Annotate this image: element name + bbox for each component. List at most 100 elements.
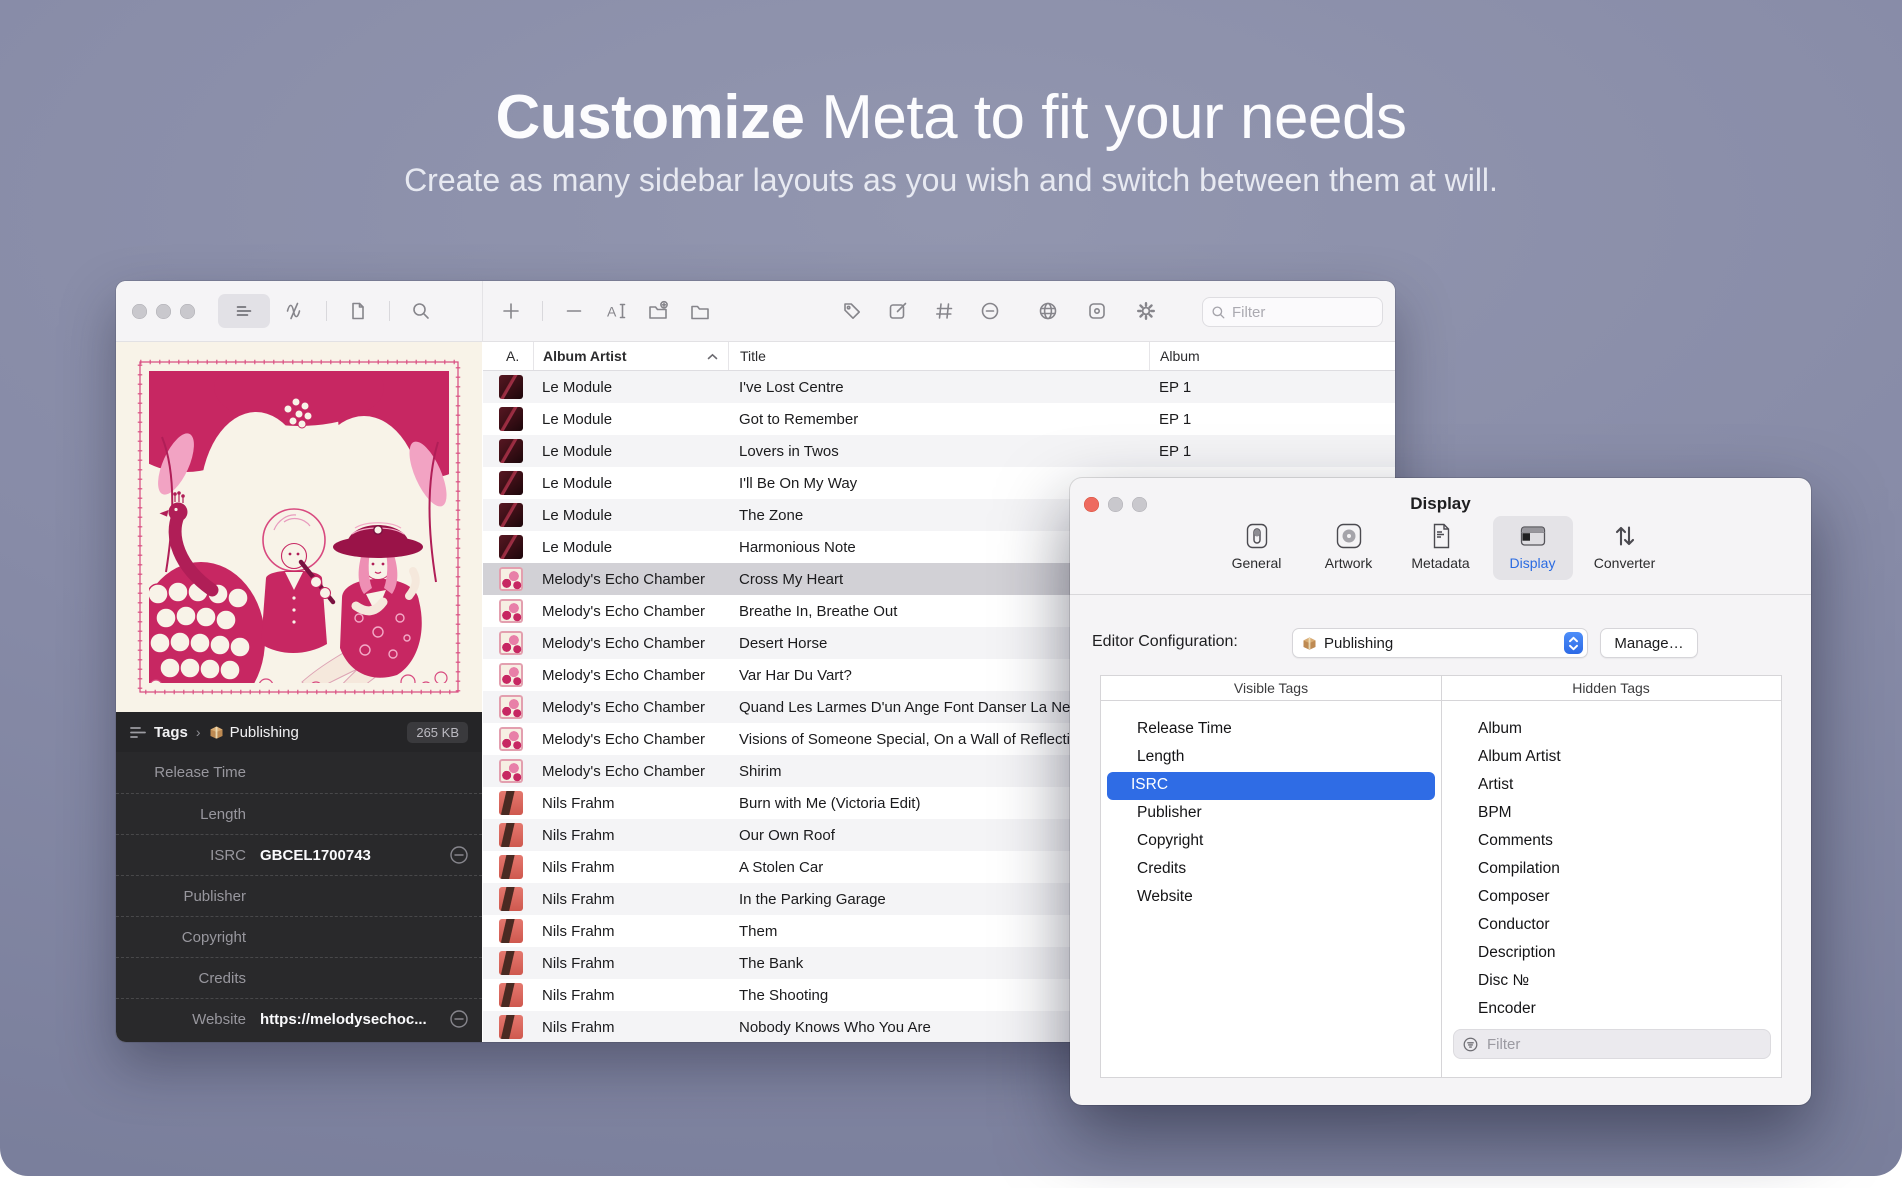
album-art-cell: [483, 535, 533, 559]
configuration-dropdown[interactable]: Publishing: [1292, 628, 1588, 658]
minus-circle-icon[interactable]: [973, 296, 1007, 326]
manage-button[interactable]: Manage…: [1600, 628, 1698, 658]
remove-field-icon[interactable]: [448, 844, 470, 866]
column-header-artwork[interactable]: A.: [483, 342, 533, 370]
add-icon[interactable]: [494, 296, 528, 326]
track-artist: Le Module: [533, 475, 728, 492]
hidden-tag-item[interactable]: Album Artist: [1448, 744, 1776, 772]
album-art-thumbnail: [499, 439, 523, 463]
stepper-arrows-icon[interactable]: [1564, 632, 1583, 654]
tab-label: Artwork: [1325, 555, 1372, 571]
hash-icon[interactable]: [927, 296, 961, 326]
hidden-tag-item[interactable]: BPM: [1448, 800, 1776, 828]
album-art-thumbnail: [499, 567, 523, 591]
tab-general[interactable]: General: [1217, 516, 1297, 580]
chevron-right-icon: ›: [196, 724, 201, 740]
visible-tag-item[interactable]: Release Time: [1107, 716, 1435, 744]
main-toolbar: A: [116, 281, 1395, 342]
toggle-icon: [1242, 521, 1272, 551]
hidden-tag-item[interactable]: Album: [1448, 716, 1776, 744]
tab-artwork[interactable]: Artwork: [1309, 516, 1389, 580]
remove-field-icon[interactable]: [448, 1008, 470, 1030]
album-art-cell: [483, 727, 533, 751]
tab-label: Converter: [1594, 555, 1655, 571]
tab-display[interactable]: Display: [1493, 516, 1573, 580]
visible-tag-item[interactable]: Website: [1107, 884, 1435, 912]
display-preferences-window: Display GeneralArtworkMetadataDisplayCon…: [1070, 478, 1811, 1105]
track-row[interactable]: Le ModuleI've Lost CentreEP 1: [483, 371, 1395, 403]
album-art-cell: [483, 823, 533, 847]
tag-field-row[interactable]: Length: [116, 793, 482, 834]
tag-icon[interactable]: [835, 296, 869, 326]
document-icon[interactable]: [341, 296, 375, 326]
search-icon[interactable]: [404, 296, 438, 326]
tag-field-row[interactable]: Copyright: [116, 916, 482, 957]
track-row[interactable]: Le ModuleGot to RememberEP 1: [483, 403, 1395, 435]
page-subtitle: Create as many sidebar layouts as you wi…: [0, 162, 1902, 199]
library-filter-field[interactable]: [1202, 297, 1383, 327]
hidden-tag-item[interactable]: Composer: [1448, 884, 1776, 912]
settings-gear-icon[interactable]: [1129, 296, 1163, 326]
up-down-arrows-icon: [1610, 521, 1640, 551]
tags-breadcrumb[interactable]: Tags › Publishing 265 KB: [116, 712, 482, 752]
visible-tag-item[interactable]: Publisher: [1107, 800, 1435, 828]
column-header-title[interactable]: Title: [728, 342, 1149, 370]
hidden-tag-item[interactable]: Description: [1448, 940, 1776, 968]
track-row[interactable]: Le ModuleLovers in TwosEP 1: [483, 435, 1395, 467]
track-artist: Le Module: [533, 443, 728, 460]
folder-add-icon[interactable]: [641, 296, 675, 326]
breadcrumb-root[interactable]: Tags: [154, 724, 188, 741]
tags-filter-input[interactable]: [1487, 1036, 1737, 1053]
visible-tag-item[interactable]: Copyright: [1107, 828, 1435, 856]
album-art-cell: [483, 1015, 533, 1039]
visible-tag-item[interactable]: ISRC: [1107, 772, 1435, 800]
album-art-cell: [483, 407, 533, 431]
visible-tag-item[interactable]: Credits: [1107, 856, 1435, 884]
tags-filter-field[interactable]: [1453, 1029, 1771, 1059]
tag-field-row[interactable]: Release Time: [116, 752, 482, 793]
artwork-view-icon[interactable]: [1080, 296, 1114, 326]
album-art-cell: [483, 791, 533, 815]
close-button[interactable]: [132, 304, 147, 319]
tab-label: Display: [1510, 555, 1556, 571]
album-art-thumbnail: [499, 599, 523, 623]
tab-metadata[interactable]: Metadata: [1401, 516, 1481, 580]
filter-icon: [1462, 1036, 1479, 1053]
minimize-button[interactable]: [156, 304, 171, 319]
compose-icon[interactable]: [881, 296, 915, 326]
hidden-tag-item[interactable]: Conductor: [1448, 912, 1776, 940]
editor-configuration-row: Editor Configuration: Publishing Manage…: [1070, 628, 1811, 658]
column-header-album[interactable]: Album: [1149, 342, 1395, 370]
breadcrumb-config[interactable]: Publishing: [230, 724, 299, 741]
zoom-button[interactable]: [180, 304, 195, 319]
track-artist: Melody's Echo Chamber: [533, 603, 728, 620]
tag-field-row[interactable]: Credits: [116, 957, 482, 998]
text-cursor-icon[interactable]: A: [599, 296, 633, 326]
tags-dual-list: Visible Tags Hidden Tags Release TimeLen…: [1100, 675, 1782, 1078]
list-view-icon[interactable]: [218, 294, 270, 328]
hidden-tag-item[interactable]: Disc №: [1448, 968, 1776, 996]
track-artist: Le Module: [533, 507, 728, 524]
album-art-cell: [483, 663, 533, 687]
hero-section: Customize Meta to fit your needs Create …: [0, 0, 1902, 1176]
remove-icon[interactable]: [557, 296, 591, 326]
tag-field-value: https://melodysechoc...: [260, 1011, 427, 1028]
tag-field-row[interactable]: ISRCGBCEL1700743: [116, 834, 482, 875]
album-art-thumbnail: [499, 503, 523, 527]
column-header-album-artist[interactable]: Album Artist: [533, 342, 728, 370]
tag-field-row[interactable]: Websitehttps://melodysechoc...: [116, 998, 482, 1039]
hidden-tag-item[interactable]: Artist: [1448, 772, 1776, 800]
library-filter-input[interactable]: [1232, 304, 1362, 321]
hidden-tag-item[interactable]: Encoder: [1448, 996, 1776, 1024]
traffic-lights: [132, 304, 204, 319]
tab-converter[interactable]: Converter: [1585, 516, 1665, 580]
hidden-tag-item[interactable]: Comments: [1448, 828, 1776, 856]
tag-field-row[interactable]: Publisher: [116, 875, 482, 916]
visible-tag-item[interactable]: Length: [1107, 744, 1435, 772]
hidden-tag-item[interactable]: Compilation: [1448, 856, 1776, 884]
globe-icon[interactable]: [1031, 296, 1065, 326]
waveform-icon[interactable]: [278, 296, 312, 326]
track-artist: Le Module: [533, 539, 728, 556]
tab-label: Metadata: [1411, 555, 1469, 571]
folder-icon[interactable]: [683, 296, 717, 326]
